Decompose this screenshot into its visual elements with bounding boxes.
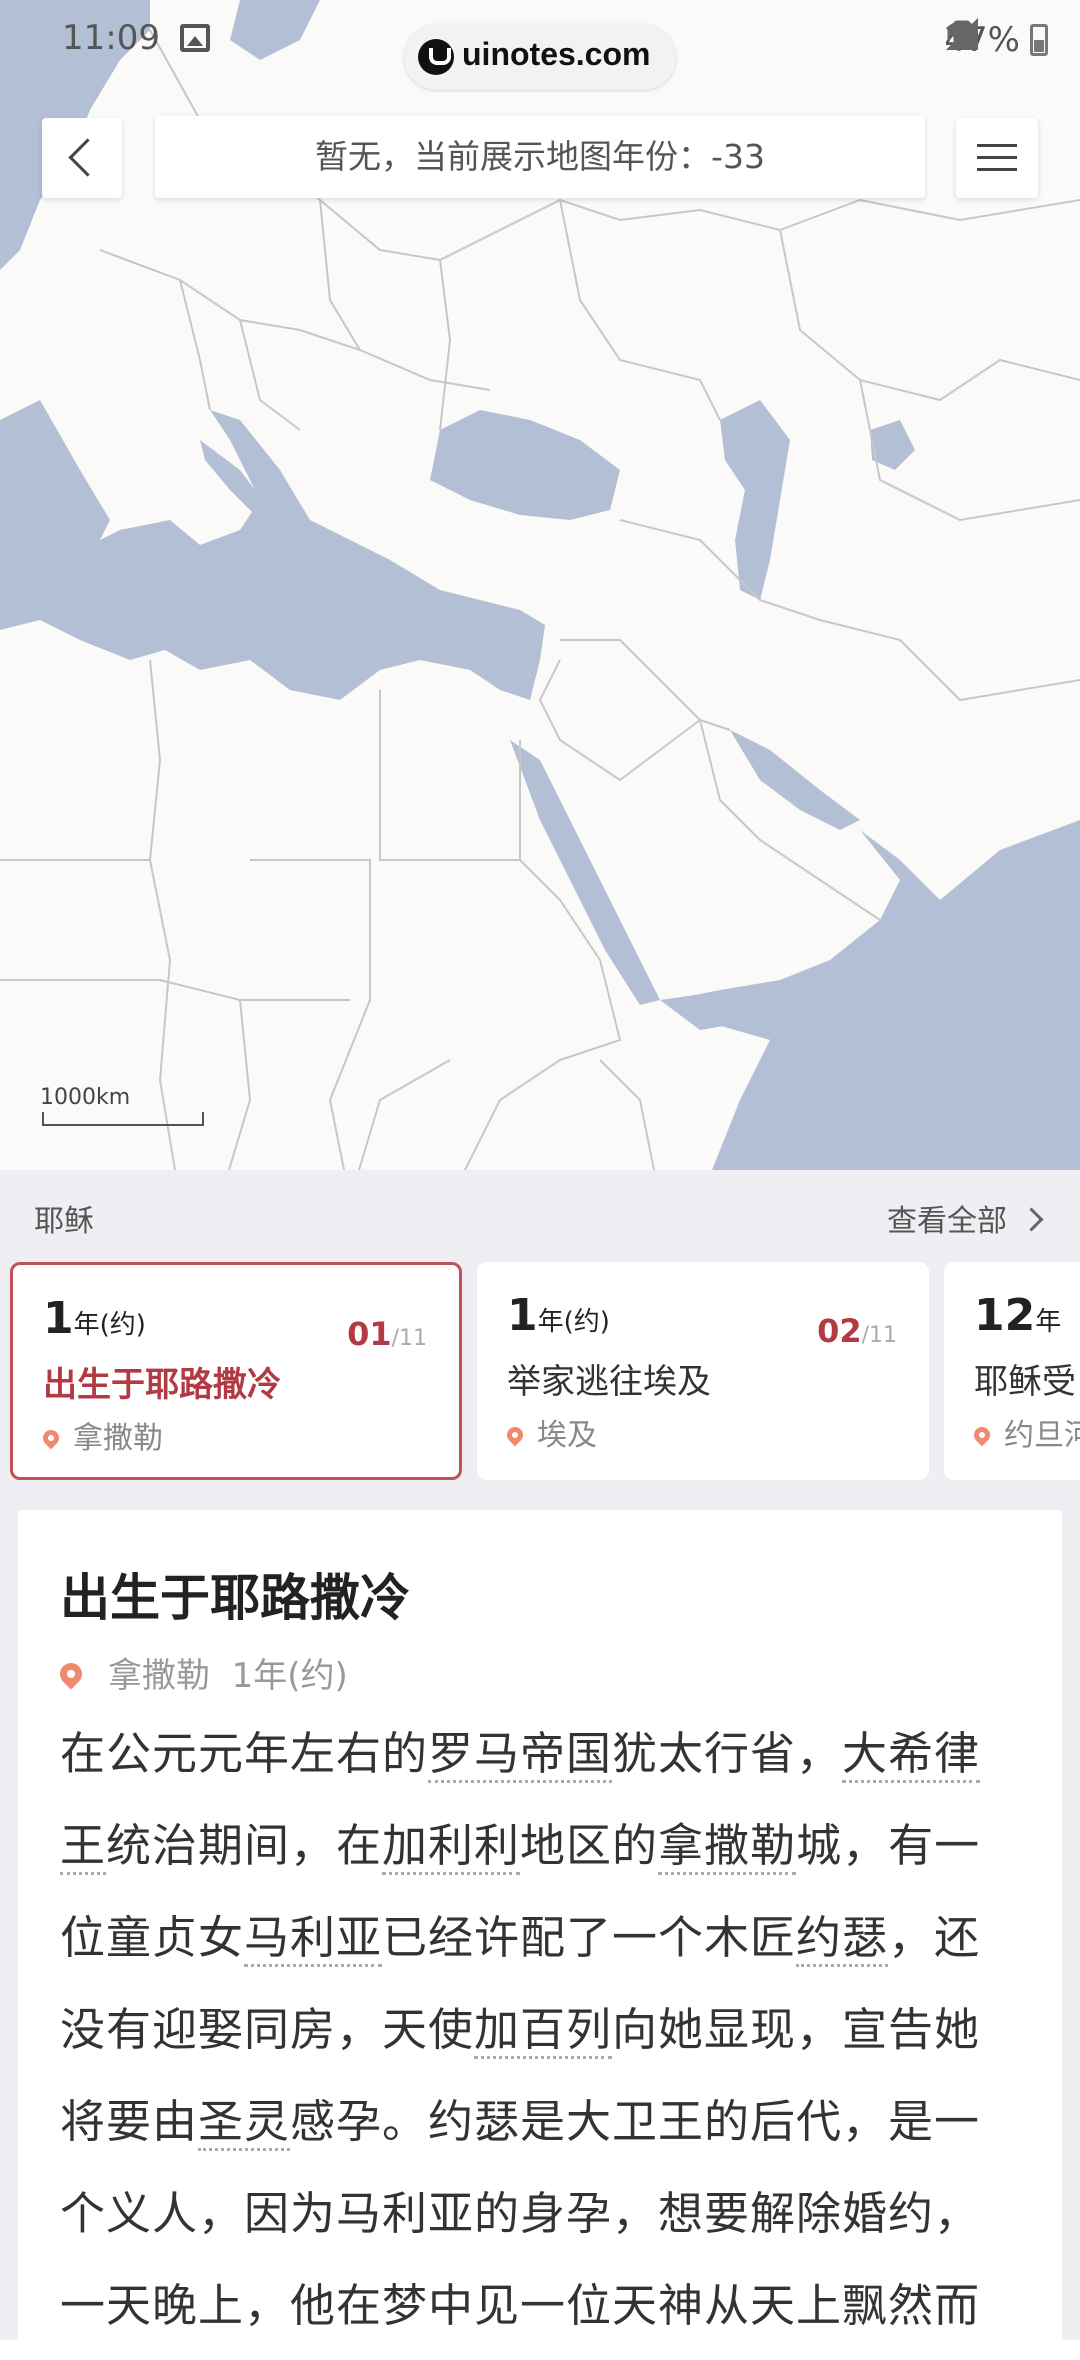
detail-title: 出生于耶路撒冷 xyxy=(60,1569,410,1627)
view-all-link[interactable]: 查看全部 xyxy=(887,1196,1040,1240)
detail-meta: 拿撒勒 1年(约) xyxy=(55,1648,348,1697)
map-scale-label: 1000km xyxy=(40,1085,131,1110)
menu-line-icon xyxy=(977,156,1017,159)
location-pin-icon xyxy=(39,1426,63,1450)
status-time: 11:09 xyxy=(62,18,160,58)
card-year: 1年(约) xyxy=(507,1290,610,1341)
history-map[interactable]: 11:09 uinotes.com 47% 暂无，当前展示地图年份：-33 10… xyxy=(0,0,1080,1200)
site-logo-icon xyxy=(418,39,454,75)
body-text: 地区的 xyxy=(520,1819,659,1872)
card-title: 举家逃往埃及 xyxy=(507,1362,711,1402)
battery-icon xyxy=(1030,24,1048,56)
card-place: 拿撒勒 xyxy=(39,1413,163,1457)
menu-line-icon xyxy=(977,168,1017,171)
card-index: 01/11 xyxy=(347,1315,427,1353)
term-link[interactable]: 加利利 xyxy=(382,1819,521,1875)
status-icons: 47% xyxy=(944,16,1048,64)
image-notification-icon xyxy=(180,24,210,52)
menu-line-icon xyxy=(977,144,1017,147)
menu-button[interactable] xyxy=(956,118,1038,198)
location-pin-icon xyxy=(503,1423,527,1447)
location-pin-icon xyxy=(55,1658,87,1690)
detail-year: 1年(约) xyxy=(231,1656,348,1696)
term-link[interactable]: 圣灵 xyxy=(198,2095,291,2151)
term-link[interactable]: 拿撒勒 xyxy=(658,1819,797,1875)
event-card-1[interactable]: 1年(约) 01/11 出生于耶路撒冷 拿撒勒 xyxy=(10,1262,462,1480)
url-pill[interactable]: uinotes.com xyxy=(404,24,676,90)
event-card-3[interactable]: 12年 耶稣受 约旦河 xyxy=(944,1262,1080,1480)
back-button[interactable] xyxy=(42,118,122,198)
signal-2-icon xyxy=(946,18,979,50)
detail-body: 在公元元年左右的罗马帝国犹太行省，大希律王统治期间，在加利利地区的拿撒勒城，有一… xyxy=(60,1708,1022,2352)
map-year-banner: 暂无，当前展示地图年份：-33 xyxy=(155,116,925,198)
detail-place: 拿撒勒 xyxy=(108,1656,210,1696)
timeline-title: 耶稣 xyxy=(34,1204,94,1239)
card-title: 出生于耶路撒冷 xyxy=(43,1365,281,1405)
event-card-2[interactable]: 1年(约) 02/11 举家逃往埃及 埃及 xyxy=(477,1262,929,1480)
card-year: 12年 xyxy=(974,1290,1062,1341)
term-link[interactable]: 约瑟 xyxy=(796,1911,889,1967)
status-bar: 11:09 uinotes.com 47% xyxy=(0,0,1080,90)
card-place: 埃及 xyxy=(503,1410,597,1454)
term-link[interactable]: 罗马帝国 xyxy=(428,1727,613,1783)
body-text: 在公元元年左右的 xyxy=(60,1727,429,1780)
term-link[interactable]: 加百列 xyxy=(474,2003,613,2059)
body-text: 统治期间，在 xyxy=(106,1819,383,1872)
event-carousel[interactable]: 1年(约) 01/11 出生于耶路撒冷 拿撒勒 1年(约) 02/11 举家逃往… xyxy=(0,1262,1080,1482)
card-title: 耶稣受 xyxy=(974,1362,1076,1402)
term-link[interactable]: 马利亚 xyxy=(244,1911,383,1967)
card-index: 02/11 xyxy=(817,1312,897,1350)
card-place: 约旦河 xyxy=(970,1410,1080,1454)
map-scale-bar xyxy=(42,1112,204,1126)
body-text: 犹太行省， xyxy=(612,1727,843,1780)
body-text: 已经许配了一个木匠 xyxy=(382,1911,797,1964)
location-pin-icon xyxy=(970,1423,994,1447)
url-text: uinotes.com xyxy=(462,36,651,72)
event-detail: 出生于耶路撒冷 拿撒勒 1年(约) 在公元元年左右的罗马帝国犹太行省，大希律王统… xyxy=(18,1510,1062,2360)
card-year: 1年(约) xyxy=(43,1293,146,1344)
